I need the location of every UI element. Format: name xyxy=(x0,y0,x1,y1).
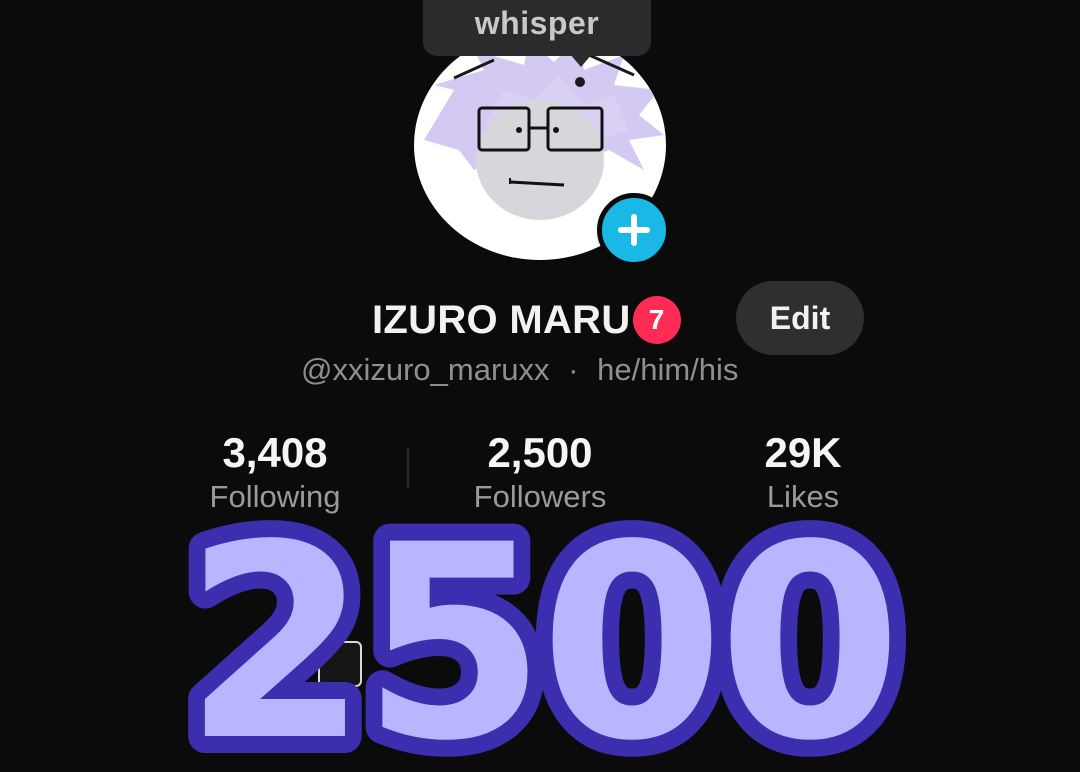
likes-label: Likes xyxy=(766,479,840,514)
edit-profile-button[interactable]: Edit xyxy=(736,281,864,355)
following-label: Following xyxy=(209,479,341,514)
whisper-label: whisper xyxy=(474,5,600,41)
followers-label: Followers xyxy=(473,479,607,514)
tooltip-pointer xyxy=(570,54,592,67)
milestone-number: 2500 xyxy=(184,516,896,772)
add-profile-photo-button[interactable] xyxy=(597,193,671,267)
handle-separator: · xyxy=(568,352,579,387)
whisper-tooltip[interactable]: whisper xyxy=(423,0,651,56)
followers-count: 2,500 xyxy=(487,429,593,476)
username-handle: @xxizuro_maruxx xyxy=(301,352,550,387)
handle-row: @xxizuro_maruxx · he/him/his xyxy=(301,352,738,388)
likes-count: 29K xyxy=(764,429,842,476)
stat-divider xyxy=(407,448,409,488)
profile-screen: whisper IZURO MARU 7 Edit @xxizuro_marux… xyxy=(0,0,1080,772)
following-count: 3,408 xyxy=(222,429,328,476)
plus-icon xyxy=(618,214,650,246)
stat-followers[interactable]: 2,500 Followers xyxy=(420,428,660,516)
stat-following[interactable]: 3,408 Following xyxy=(155,428,395,516)
follower-milestone-overlay: 2500 xyxy=(167,516,919,772)
stat-likes[interactable]: 29K Likes xyxy=(683,428,923,516)
notification-badge[interactable]: 7 xyxy=(632,296,681,344)
name-row: IZURO MARU 7 xyxy=(372,286,681,354)
display-name: IZURO MARU xyxy=(372,297,631,342)
pronouns: he/him/his xyxy=(597,352,739,387)
